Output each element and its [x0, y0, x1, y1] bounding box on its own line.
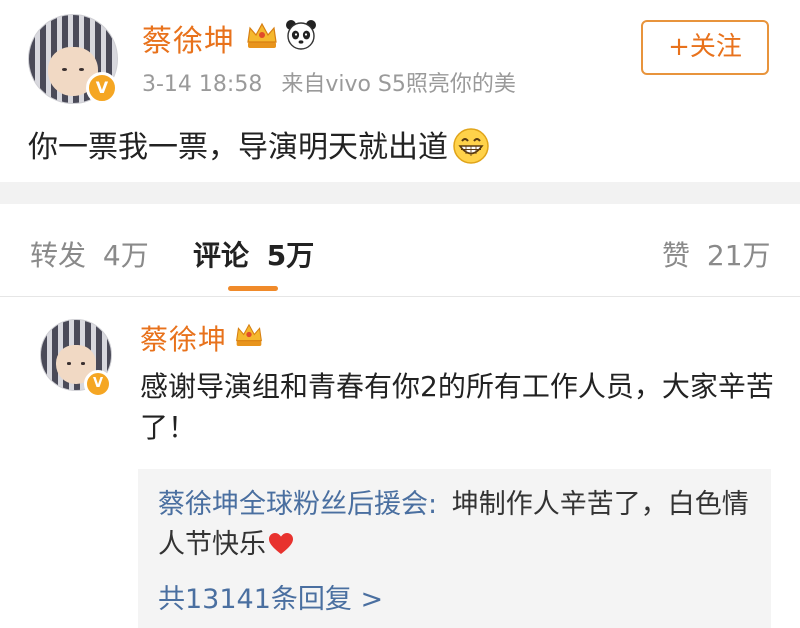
avatar-eye-left: [62, 68, 68, 72]
section-divider: [0, 182, 800, 204]
grin-emoji-icon: [453, 128, 489, 164]
comment-crown-icon: [236, 323, 262, 346]
tab-likes-count: 21万: [706, 239, 771, 272]
post-time: 3-14 18:58: [142, 72, 263, 97]
follow-button[interactable]: +关注: [641, 20, 769, 75]
tab-comments-label: 评论: [193, 239, 250, 272]
comment-verified-v-icon: V: [84, 370, 112, 398]
tab-repost[interactable]: 转发 4万: [30, 234, 149, 274]
reply-count-link[interactable]: 共13141条回复 >: [158, 577, 751, 616]
panda-icon: [286, 20, 316, 50]
reply-author[interactable]: 蔡徐坤全球粉丝后援会:: [158, 489, 437, 520]
comment-text: 感谢导演组和青春有你2的所有工作人员，大家辛苦了！: [140, 370, 774, 444]
post-text-content: 你一票我一票，导演明天就出道: [28, 130, 448, 165]
comment-author-name[interactable]: 蔡徐坤: [140, 318, 227, 358]
heart-icon: [269, 533, 293, 554]
comment-avatar-eye-left: [67, 362, 72, 365]
crown-icon: [247, 22, 277, 48]
comment-avatar-eye-right: [80, 362, 85, 365]
active-tab-indicator: [228, 286, 278, 291]
tab-comments[interactable]: 评论 5万: [193, 234, 314, 274]
verified-v-icon: V: [86, 72, 118, 104]
tab-likes[interactable]: 赞 21万: [662, 234, 771, 274]
author-name[interactable]: 蔡徐坤: [142, 16, 235, 60]
post-meta: 3-14 18:58 来自vivo S5照亮你的美: [142, 66, 516, 98]
tab-repost-label: 转发: [30, 239, 87, 272]
tab-comments-count: 5万: [266, 239, 315, 272]
interaction-tabs: 转发 4万 评论 5万 赞 21万: [0, 204, 800, 297]
weibo-post: V 蔡徐坤 3-14 18:58 来自vivo S5照亮你的美 +关注 你一票我…: [0, 0, 800, 182]
tab-repost-count: 4万: [102, 239, 149, 272]
post-source[interactable]: 来自vivo S5照亮你的美: [281, 72, 516, 97]
post-text: 你一票我一票，导演明天就出道: [28, 122, 490, 166]
reply-text: 蔡徐坤全球粉丝后援会: 坤制作人辛苦了，白色情人节快乐: [158, 485, 751, 565]
tab-likes-label: 赞: [662, 239, 691, 272]
avatar-eye-right: [78, 68, 84, 72]
reply-preview[interactable]: 蔡徐坤全球粉丝后援会: 坤制作人辛苦了，白色情人节快乐 共13141条回复 >: [138, 469, 771, 628]
